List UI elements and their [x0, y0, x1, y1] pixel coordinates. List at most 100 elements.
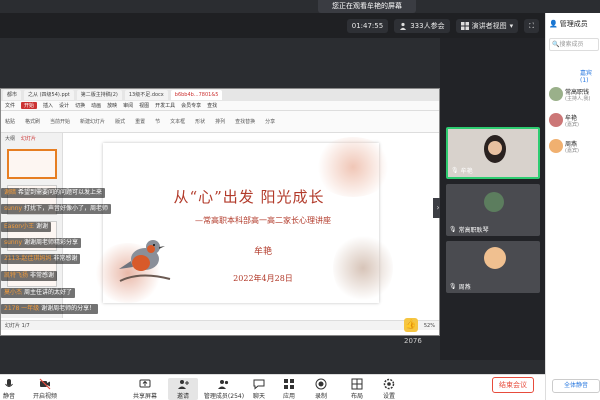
video-tile-active[interactable]: 🎙 牟艳 — [446, 127, 540, 179]
record-label: 录制 — [314, 393, 327, 400]
settings-button[interactable]: 设置 — [374, 378, 404, 400]
meeting-toolbar: 静音 开启视频 共享屏幕 邀请 管理成员(254) 聊天 应用 录制 布局 设置 — [0, 374, 545, 400]
chat-message: 2178 一年级 谢谢周老师的分享！ — [1, 304, 99, 314]
screen-share-banner: 您正在观看牟艳的屏幕 — [318, 0, 416, 13]
ribbon-find-replace[interactable]: 查找替换 — [235, 118, 255, 125]
gear-icon — [383, 378, 395, 390]
mute-label: 静音 — [2, 393, 15, 400]
apps-label: 应用 — [282, 393, 295, 400]
wps-tab[interactable]: 第二版主持稿(2) — [76, 90, 122, 100]
fullscreen-icon: ⛶ — [529, 21, 534, 30]
chat-user: 2113-赵佳琪妈妈 — [4, 255, 52, 262]
member-sidebar: 👤 管理成员 🔍搜索成员 嘉宾(1) 常高职钱 (主持人,我) 牟艳 (嘉宾) 周… — [545, 13, 600, 400]
layout-button[interactable]: 布局 — [342, 378, 372, 400]
fullscreen-button[interactable]: ⛶ — [524, 18, 539, 33]
chat-message: 2113-赵佳琪妈妈 非常感谢 — [1, 254, 81, 264]
layout-label: 布局 — [350, 393, 363, 400]
chat-message: Eason小王 谢谢 — [1, 222, 52, 232]
wps-tab[interactable]: 都市 — [3, 90, 22, 100]
slide-canvas: 从“心”出发 阳光成长 —常高职本科部高一高二家长心理讲座 牟艳 2022年4月… — [93, 137, 393, 303]
record-icon — [315, 378, 327, 390]
ribbon-format-painter[interactable]: 格式刷 — [25, 118, 40, 125]
menu-transition[interactable]: 切换 — [75, 102, 85, 109]
video-tile[interactable]: 🎙 常高职耿琴 — [446, 184, 540, 236]
apps-button[interactable]: 应用 — [274, 378, 304, 400]
record-button[interactable]: 录制 — [306, 378, 336, 400]
slide-title: 从“心”出发 阳光成长 — [173, 188, 325, 206]
search-input[interactable]: 🔍搜索成员 — [549, 38, 599, 51]
menu-animation[interactable]: 动画 — [91, 102, 101, 109]
thumb-panel-tabs: 大纲 幻灯片 — [5, 135, 36, 142]
ribbon-arrange[interactable]: 排列 — [215, 118, 225, 125]
chat-user: 凯特飞扬 — [4, 272, 29, 279]
menu-member[interactable]: 会员专享 — [181, 102, 201, 109]
ribbon-paste[interactable]: 粘贴 — [5, 118, 15, 125]
attendee-count-text: 333人参会 — [410, 21, 445, 30]
wps-tab-active[interactable]: b6bb4b...7801&5 — [170, 90, 223, 100]
microphone-icon — [5, 379, 13, 387]
chat-text: 非常感谢 — [29, 272, 54, 279]
manage-members-button[interactable]: 管理成员(254) — [202, 378, 246, 400]
ribbon-from-current[interactable]: 当前开始 — [50, 118, 70, 125]
slide-date: 2022年4月28日 — [233, 274, 293, 283]
video-tile-label: 🎙 牟艳 — [451, 166, 473, 175]
wps-tab[interactable]: 之从 (四级54).ppt — [24, 90, 74, 100]
member-role: (嘉宾) — [565, 122, 579, 128]
invite-icon — [178, 380, 189, 389]
menu-insert[interactable]: 插入 — [43, 102, 53, 109]
presenter-view-button[interactable]: 演讲者视图 ▾ — [455, 18, 519, 33]
guest-section-label[interactable]: 嘉宾(1) — [580, 68, 600, 84]
settings-label: 设置 — [382, 393, 395, 400]
attendee-count-button[interactable]: 333人参会 — [394, 18, 450, 33]
wps-tab-bar: 都市 之从 (四级54).ppt 第二版主持稿(2) 13级不足.docx b6… — [1, 89, 439, 101]
ribbon-section[interactable]: 节 — [155, 118, 160, 125]
member-role: (嘉宾) — [565, 148, 579, 154]
zoom-level[interactable]: 52% — [424, 323, 435, 329]
mic-muted-icon: 🎙 — [449, 226, 457, 233]
chat-label: 聊天 — [252, 393, 265, 400]
mute-button[interactable]: 静音 — [0, 378, 24, 400]
slide-thumbnail[interactable] — [7, 149, 57, 179]
robin-bird-illustration — [119, 240, 171, 282]
menu-slideshow[interactable]: 放映 — [107, 102, 117, 109]
meeting-top-bar: 01:47:55 333人参会 演讲者视图 ▾ ⛶ — [0, 13, 545, 38]
menu-home[interactable]: 开始 — [21, 102, 38, 109]
start-video-button[interactable]: 开启视频 — [30, 378, 60, 400]
end-meeting-button[interactable]: 结束会议 — [492, 377, 534, 393]
ribbon-reset[interactable]: 重置 — [135, 118, 145, 125]
menu-design[interactable]: 设计 — [59, 102, 69, 109]
slide-author: 牟艳 — [253, 247, 272, 257]
mute-all-button[interactable]: 全体静音 — [552, 379, 600, 393]
tab-outline[interactable]: 大纲 — [5, 135, 15, 142]
invite-button[interactable]: 邀请 — [168, 378, 198, 400]
tab-slides[interactable]: 幻灯片 — [21, 135, 36, 142]
chat-user: 2178 一年级 — [4, 305, 40, 312]
menu-view[interactable]: 视图 — [139, 102, 149, 109]
ribbon-shape[interactable]: 形状 — [195, 118, 205, 125]
member-role: (主持人,我) — [565, 96, 591, 102]
chat-button[interactable]: 聊天 — [244, 378, 274, 400]
video-tile-label: 🎙 常高职耿琴 — [449, 225, 489, 234]
ribbon-layout[interactable]: 版式 — [115, 118, 125, 125]
thumbs-up-icon[interactable]: 👍 — [404, 318, 418, 332]
share-screen-button[interactable]: 共享屏幕 — [130, 378, 160, 400]
manage-members-label: 管理成员(254) — [203, 393, 245, 400]
camera-off-icon — [39, 378, 51, 390]
video-tile[interactable]: 🎙 周燕 — [446, 241, 540, 293]
sidebar-title: 管理成员 — [559, 20, 588, 28]
menu-search[interactable]: 查找 — [207, 102, 217, 109]
ribbon-textbox[interactable]: 文本框 — [170, 118, 185, 125]
video-tile-label: 🎙 周燕 — [449, 282, 471, 291]
menu-developer[interactable]: 开发工具 — [155, 102, 175, 109]
chat-text: 周主任讲的太好了 — [23, 289, 72, 296]
wps-menu-bar: 文件 开始 插入 设计 切换 动画 放映 审阅 视图 开发工具 会员专享 查找 — [1, 101, 439, 111]
ribbon-share[interactable]: 分享 — [265, 118, 275, 125]
menu-review[interactable]: 审阅 — [123, 102, 133, 109]
wps-status-bar: 幻灯片 1/7 52% — [1, 320, 439, 330]
menu-file[interactable]: 文件 — [5, 102, 15, 109]
people-icon — [400, 22, 407, 30]
chat-user: 莫小杰 — [4, 289, 23, 296]
ribbon-new-slide[interactable]: 新建幻灯片 — [80, 118, 105, 125]
wps-tab[interactable]: 13级不足.docx — [124, 90, 168, 100]
participant-avatar — [484, 247, 506, 269]
